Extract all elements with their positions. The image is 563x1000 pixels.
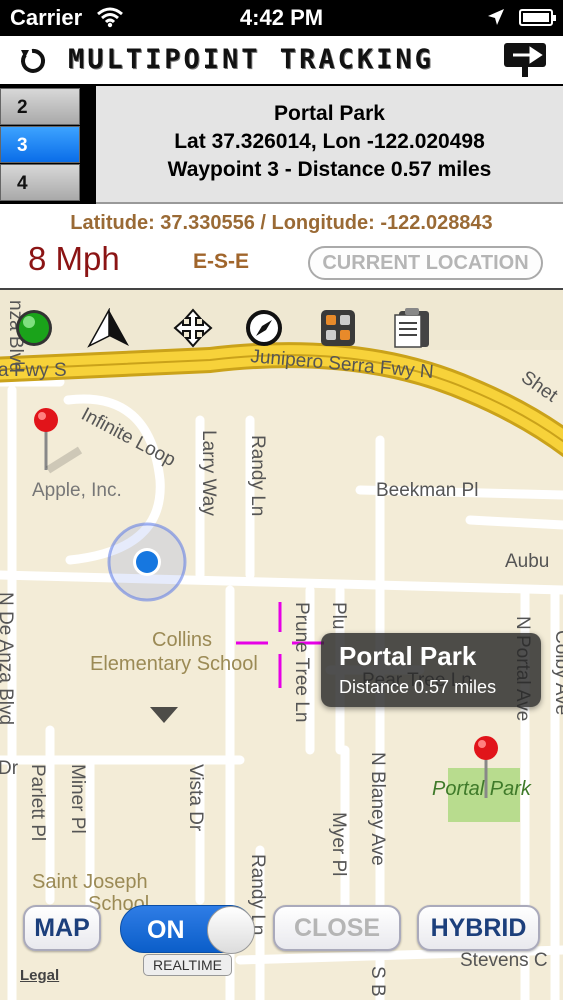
label-myer: Myer Pl [328, 812, 349, 876]
location-services-icon [486, 7, 506, 32]
label-plum: Plu [328, 602, 349, 629]
exit-sign-icon[interactable] [503, 42, 547, 78]
label-randy-ln: Randy Ln [247, 435, 268, 516]
waypoint-info: Portal Park Lat 37.326014, Lon -122.0204… [96, 100, 563, 184]
hybrid-button[interactable]: HYBRID [417, 905, 540, 951]
waypoint-item-4[interactable]: 4 [0, 164, 80, 201]
toggle-knob[interactable] [207, 906, 255, 954]
heading-readout: E-S-E [193, 250, 250, 273]
label-portal-park: Portal Park [432, 778, 532, 800]
label-saint-joseph: Saint Joseph [32, 871, 148, 893]
waypoint-item-3[interactable]: 3 [0, 126, 80, 163]
label-s-blaney: S B [367, 966, 388, 997]
label-auburn: Aubu [505, 551, 549, 572]
label-n-blaney: N Blaney Ave [367, 752, 388, 866]
callout-subtitle: Distance 0.57 miles [339, 677, 497, 697]
label-collins: Collins [152, 629, 212, 651]
location-panel: Latitude: 37.330556 / Longitude: -122.02… [0, 204, 563, 290]
toggle-label: ON [147, 916, 185, 944]
app-title: MULTIPOINT TRACKING [68, 44, 434, 75]
label-miner: Miner Pl [67, 764, 88, 834]
title-bar: MULTIPOINT TRACKING [0, 36, 563, 86]
label-stevens: Stevens C [460, 950, 548, 971]
calculator-icon[interactable] [316, 308, 360, 348]
speed-readout: 8 Mph [28, 240, 120, 277]
label-vista: Vista Dr [185, 764, 206, 832]
label-colby: Colby Ave [551, 630, 563, 715]
map-button[interactable]: MAP [23, 905, 101, 951]
battery-icon [519, 9, 556, 26]
label-larry-way: Larry Way [198, 430, 219, 516]
close-button[interactable]: CLOSE [273, 905, 401, 951]
waypoint-list: 2 3 4 [0, 86, 82, 204]
waypoint-item-2[interactable]: 2 [0, 88, 80, 125]
clipboard-icon[interactable] [391, 308, 435, 348]
current-coords: Latitude: 37.330556 / Longitude: -122.02… [70, 212, 493, 234]
divider [82, 86, 96, 204]
status-light-icon[interactable] [12, 308, 56, 348]
waypoint-panel: 2 3 4 Portal Park Lat 37.326014, Lon -12… [0, 86, 563, 204]
refresh-icon[interactable] [12, 42, 52, 80]
compass-icon[interactable] [242, 308, 286, 348]
status-bar: Carrier 4:42 PM [0, 0, 563, 36]
realtime-label: REALTIME [143, 954, 232, 976]
realtime-toggle[interactable]: ON [120, 905, 255, 954]
callout-pointer [150, 707, 178, 723]
label-beekman: Beekman Pl [376, 480, 478, 501]
waypoint-coords: Lat 37.326014, Lon -122.020498 [174, 130, 485, 153]
label-prune-tree: Prune Tree Ln [291, 602, 312, 722]
clock: 4:42 PM [239, 5, 324, 30]
callout-title: Portal Park [339, 641, 477, 671]
legal-link[interactable]: Legal [20, 967, 59, 984]
label-n-de-anza: N De Anza Blvd [0, 592, 16, 725]
map-view[interactable]: Junipero Serra Fwy N a Fwy S Shet nza Bl… [0, 290, 563, 1000]
waypoint-distance: Waypoint 3 - Distance 0.57 miles [167, 158, 492, 181]
north-arrow-icon[interactable] [87, 308, 131, 348]
current-location-button[interactable]: CURRENT LOCATION [308, 246, 543, 280]
label-shet: Shet [517, 367, 562, 407]
label-parlett: Parlett Pl [27, 764, 48, 841]
pin-callout[interactable]: Portal Park Distance 0.57 miles [321, 633, 541, 707]
label-collins-school: Elementary School [90, 653, 258, 675]
label-dr: Dr [0, 758, 19, 779]
waypoint-name: Portal Park [274, 102, 385, 125]
move-arrows-icon[interactable] [171, 308, 215, 348]
label-apple: Apple, Inc. [32, 480, 122, 501]
